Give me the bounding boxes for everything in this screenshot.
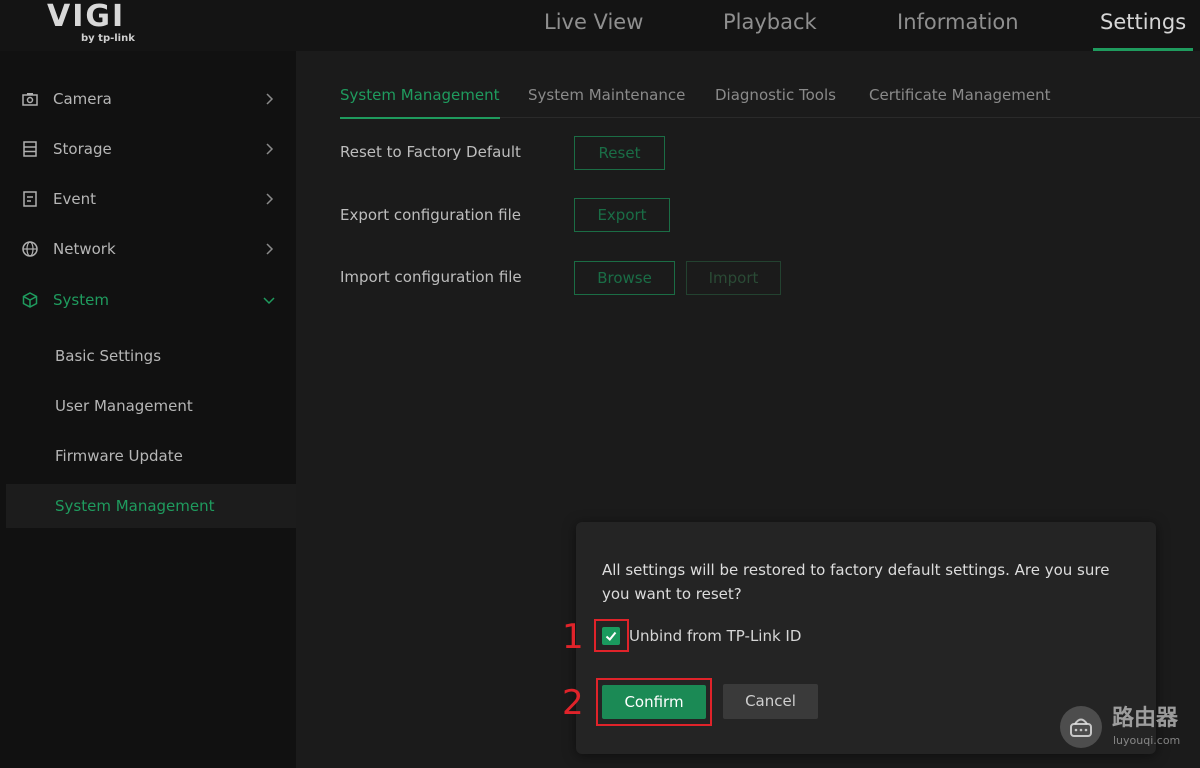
tab-certificate-management[interactable]: Certificate Management	[869, 76, 1051, 118]
top-header: VIGI by tp-link Live View Playback Infor…	[0, 0, 1200, 51]
annotation-step-1: 1	[562, 617, 584, 657]
sidebar-item-camera[interactable]: Camera	[0, 79, 296, 119]
sidebar-subitem-firmware-update[interactable]: Firmware Update	[6, 434, 296, 478]
watermark-url: luyouqi.com	[1113, 734, 1181, 747]
annotation-box-confirm	[596, 678, 712, 726]
nav-playback[interactable]: Playback	[723, 0, 817, 51]
export-button[interactable]: Export	[574, 198, 670, 232]
nav-information[interactable]: Information	[897, 0, 1019, 51]
globe-icon	[22, 241, 38, 257]
chevron-right-icon	[266, 143, 274, 155]
sidebar-item-label: Storage	[53, 140, 112, 158]
sidebar-item-network[interactable]: Network	[0, 229, 296, 269]
sidebar-subitem-label: Firmware Update	[55, 447, 183, 465]
chevron-right-icon	[266, 193, 274, 205]
chevron-right-icon	[266, 243, 274, 255]
browse-button[interactable]: Browse	[574, 261, 675, 295]
sidebar-item-label: Camera	[53, 90, 112, 108]
sidebar-subitem-label: User Management	[55, 397, 193, 415]
reset-factory-label: Reset to Factory Default	[340, 143, 521, 161]
dialog-message: All settings will be restored to factory…	[602, 561, 1110, 603]
annotation-box-checkbox	[594, 619, 629, 652]
watermark-cn-text: 路由器	[1112, 706, 1179, 731]
logo-subtext: by tp-link	[81, 33, 135, 44]
cancel-button[interactable]: Cancel	[723, 684, 818, 719]
tab-label: System Management	[340, 86, 500, 104]
sidebar-item-label: System	[53, 291, 109, 309]
event-icon	[23, 191, 37, 207]
watermark: 路由器 luyouqi.com	[1060, 706, 1200, 768]
chevron-down-icon	[263, 297, 275, 305]
annotation-step-2: 2	[562, 683, 584, 723]
sidebar-item-label: Network	[53, 240, 116, 258]
settings-tabs: System Management System Maintenance Dia…	[340, 76, 1200, 119]
unbind-checkbox-label[interactable]: Unbind from TP-Link ID	[629, 625, 801, 647]
import-config-label: Import configuration file	[340, 268, 522, 286]
cube-icon	[22, 292, 38, 308]
reset-button[interactable]: Reset	[574, 136, 665, 170]
sidebar-item-label: Event	[53, 190, 96, 208]
chevron-right-icon	[266, 93, 274, 105]
tab-diagnostic-tools[interactable]: Diagnostic Tools	[715, 76, 836, 118]
sidebar-item-system[interactable]: System	[0, 280, 296, 320]
sidebar-subitem-basic-settings[interactable]: Basic Settings	[6, 334, 296, 378]
sidebar-subitem-system-management[interactable]: System Management	[6, 484, 296, 528]
nav-settings[interactable]: Settings	[1093, 0, 1194, 51]
sidebar-subitem-label: System Management	[55, 497, 215, 515]
sidebar-subitem-label: Basic Settings	[55, 347, 162, 365]
tab-active-underline	[340, 117, 500, 119]
logo-text: VIGI	[47, 0, 126, 34]
storage-icon	[23, 141, 37, 157]
sidebar-subitem-user-management[interactable]: User Management	[6, 384, 296, 428]
router-logo-icon	[1060, 706, 1102, 748]
tab-system-management[interactable]: System Management	[340, 76, 500, 119]
vigi-logo[interactable]: VIGI by tp-link	[47, 2, 137, 46]
nav-live-view[interactable]: Live View	[544, 0, 643, 51]
tab-system-maintenance[interactable]: System Maintenance	[528, 76, 685, 118]
camera-icon	[22, 93, 38, 106]
export-config-label: Export configuration file	[340, 206, 521, 224]
nav-settings-label: Settings	[1100, 10, 1187, 34]
sidebar-item-storage[interactable]: Storage	[0, 129, 296, 169]
sidebar: Camera Storage Event Network System Basi…	[0, 51, 296, 768]
nav-active-underline	[1093, 48, 1194, 51]
sidebar-item-event[interactable]: Event	[0, 179, 296, 219]
import-button[interactable]: Import	[686, 261, 781, 295]
